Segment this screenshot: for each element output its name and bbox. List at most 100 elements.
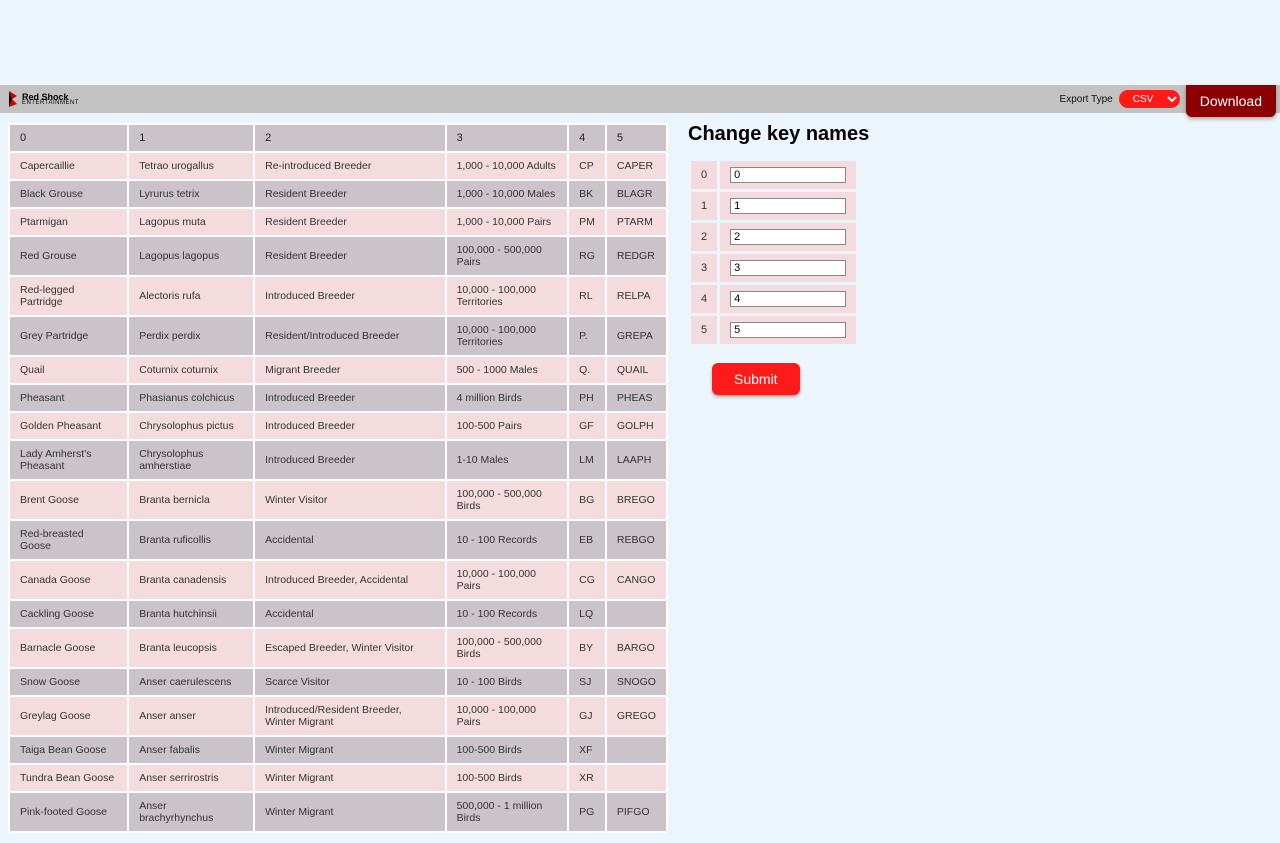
table-cell: Introduced/Resident Breeder, Winter Migr…: [255, 697, 444, 735]
table-cell: 1,000 - 10,000 Pairs: [447, 209, 568, 235]
table-cell: REDGR: [607, 237, 666, 275]
table-cell: 100,000 - 500,000 Birds: [447, 629, 568, 667]
table-cell: Pheasant: [10, 385, 127, 411]
table-cell: 100,000 - 500,000 Pairs: [447, 237, 568, 275]
table-cell: 10,000 - 100,000 Territories: [447, 277, 568, 315]
table-cell: [607, 601, 666, 627]
key-label-2: 2: [691, 223, 717, 251]
table-cell: Anser anser: [129, 697, 253, 735]
brand-sub: ENTERTAINMENT: [22, 100, 79, 106]
table-cell: 1-10 Males: [447, 441, 568, 479]
table-cell: SNOGO: [607, 669, 666, 695]
table-cell: Branta canadensis: [129, 561, 253, 599]
col-header-0: 0: [10, 125, 127, 151]
brand-logo: Red Shock ENTERTAINMENT: [6, 90, 79, 108]
key-input-5[interactable]: [730, 322, 846, 338]
table-cell: SJ: [569, 669, 605, 695]
key-input-3[interactable]: [730, 260, 846, 276]
table-row: Lady Amherst's PheasantChrysolophus amhe…: [10, 441, 666, 479]
table-cell: Q.: [569, 357, 605, 383]
table-cell: Branta bernicla: [129, 481, 253, 519]
table-cell: Branta ruficollis: [129, 521, 253, 559]
table-cell: Grey Partridge: [10, 317, 127, 355]
table-cell: CG: [569, 561, 605, 599]
table-cell: GJ: [569, 697, 605, 735]
export-type-select[interactable]: CSV: [1119, 90, 1180, 108]
key-label-5: 5: [691, 316, 717, 344]
table-cell: Anser fabalis: [129, 737, 253, 763]
table-cell: Lagopus lagopus: [129, 237, 253, 275]
submit-button[interactable]: Submit: [712, 363, 800, 395]
table-row: CapercaillieTetrao urogallusRe-introduce…: [10, 153, 666, 179]
key-input-1[interactable]: [730, 198, 846, 214]
table-cell: Chrysolophus pictus: [129, 413, 253, 439]
col-header-5: 5: [607, 125, 666, 151]
key-input-0[interactable]: [730, 167, 846, 183]
table-cell: 4 million Birds: [447, 385, 568, 411]
table-cell: XF: [569, 737, 605, 763]
table-row: Red-legged PartridgeAlectoris rufaIntrod…: [10, 277, 666, 315]
table-cell: 10 - 100 Birds: [447, 669, 568, 695]
table-cell: Anser caerulescens: [129, 669, 253, 695]
table-cell: 10,000 - 100,000 Territories: [447, 317, 568, 355]
table-cell: 1,000 - 10,000 Males: [447, 181, 568, 207]
change-title: Change key names: [688, 123, 1272, 146]
table-cell: Introduced Breeder: [255, 441, 444, 479]
data-panel: 012345 CapercaillieTetrao urogallusRe-in…: [8, 123, 668, 833]
table-cell: GOLPH: [607, 413, 666, 439]
key-input-2[interactable]: [730, 229, 846, 245]
table-cell: Introduced Breeder, Accidental: [255, 561, 444, 599]
table-cell: 500,000 - 1 million Birds: [447, 793, 568, 831]
table-cell: GF: [569, 413, 605, 439]
table-cell: Cackling Goose: [10, 601, 127, 627]
table-cell: [607, 765, 666, 791]
table-cell: BG: [569, 481, 605, 519]
topbar: Red Shock ENTERTAINMENT Export Type CSV …: [0, 85, 1280, 113]
table-row: Snow GooseAnser caerulescensScarce Visit…: [10, 669, 666, 695]
table-cell: 100-500 Birds: [447, 737, 568, 763]
table-row: Canada GooseBranta canadensisIntroduced …: [10, 561, 666, 599]
table-cell: RL: [569, 277, 605, 315]
table-cell: QUAIL: [607, 357, 666, 383]
table-cell: Capercaillie: [10, 153, 127, 179]
table-row: Brent GooseBranta berniclaWinter Visitor…: [10, 481, 666, 519]
table-row: Red-breasted GooseBranta ruficollisAccid…: [10, 521, 666, 559]
table-row: Pink-footed GooseAnser brachyrhynchusWin…: [10, 793, 666, 831]
table-cell: Perdix perdix: [129, 317, 253, 355]
table-cell: BLAGR: [607, 181, 666, 207]
table-row: Black GrouseLyrurus tetrixResident Breed…: [10, 181, 666, 207]
table-row: Taiga Bean GooseAnser fabalisWinter Migr…: [10, 737, 666, 763]
table-cell: RG: [569, 237, 605, 275]
table-row: Grey PartridgePerdix perdixResident/Intr…: [10, 317, 666, 355]
table-row: Cackling GooseBranta hutchinsiiAccidenta…: [10, 601, 666, 627]
table-row: Tundra Bean GooseAnser serrirostrisWinte…: [10, 765, 666, 791]
key-label-1: 1: [691, 192, 717, 220]
table-cell: REBGO: [607, 521, 666, 559]
export-type-label: Export Type: [1060, 94, 1113, 105]
logo-icon: [6, 90, 20, 108]
table-cell: Resident/Introduced Breeder: [255, 317, 444, 355]
table-cell: Migrant Breeder: [255, 357, 444, 383]
table-cell: Resident Breeder: [255, 209, 444, 235]
table-cell: Re-introduced Breeder: [255, 153, 444, 179]
table-cell: Canada Goose: [10, 561, 127, 599]
table-cell: PIFGO: [607, 793, 666, 831]
col-header-4: 4: [569, 125, 605, 151]
table-cell: Red-legged Partridge: [10, 277, 127, 315]
key-input-4[interactable]: [730, 291, 846, 307]
toolbar-right: Export Type CSV Download: [1060, 81, 1280, 117]
table-cell: Branta leucopsis: [129, 629, 253, 667]
table-cell: Winter Migrant: [255, 737, 444, 763]
table-cell: LM: [569, 441, 605, 479]
table-cell: PH: [569, 385, 605, 411]
table-cell: 100-500 Pairs: [447, 413, 568, 439]
table-cell: Red Grouse: [10, 237, 127, 275]
data-table: 012345 CapercaillieTetrao urogallusRe-in…: [8, 123, 668, 833]
table-cell: Barnacle Goose: [10, 629, 127, 667]
download-button[interactable]: Download: [1186, 85, 1276, 117]
table-cell: BY: [569, 629, 605, 667]
table-cell: Resident Breeder: [255, 237, 444, 275]
table-cell: EB: [569, 521, 605, 559]
table-cell: LQ: [569, 601, 605, 627]
table-cell: Tundra Bean Goose: [10, 765, 127, 791]
